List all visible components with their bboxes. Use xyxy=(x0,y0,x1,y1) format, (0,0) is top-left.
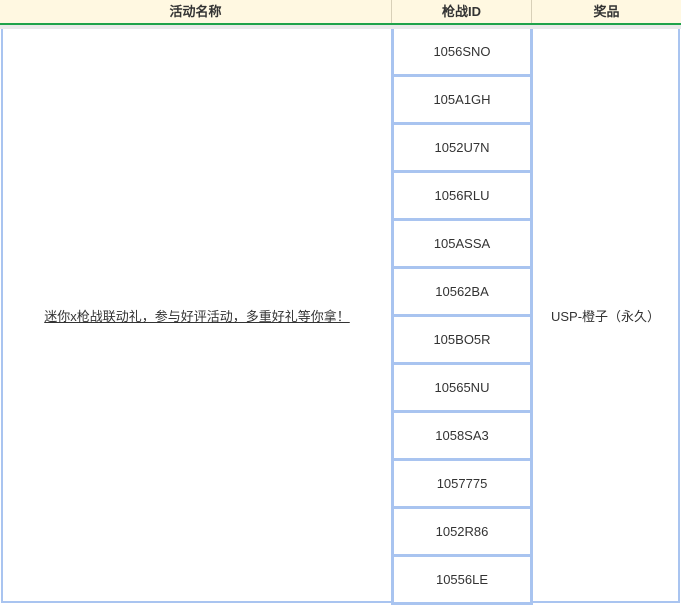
table-header: 活动名称 枪战ID 奖品 xyxy=(0,0,681,25)
table-row-id: 105BO5R xyxy=(394,317,530,365)
table-row-id: 1056SNO xyxy=(394,29,530,77)
table-row-id: 105ASSA xyxy=(394,221,530,269)
header-prize: 奖品 xyxy=(593,4,620,19)
table-row-id: 105A1GH xyxy=(394,77,530,125)
header-gun-battle-id: 枪战ID xyxy=(392,0,532,23)
id-column: 1056SNO 105A1GH 1052U7N 1056RLU 105ASSA … xyxy=(391,29,533,605)
header-activity-name: 活动名称 xyxy=(0,0,392,23)
activity-name-cell: 迷你x枪战联动礼，参与好评活动，多重好礼等你拿！ xyxy=(1,29,391,603)
table-row-id: 1052U7N xyxy=(394,125,530,173)
table-row-id: 10556LE xyxy=(394,557,530,605)
table-row-id: 1056RLU xyxy=(394,173,530,221)
table-row-id: 10565NU xyxy=(394,365,530,413)
table-row-id: 1057775 xyxy=(394,461,530,509)
table-body: 迷你x枪战联动礼，参与好评活动，多重好礼等你拿！ 1056SNO 105A1GH… xyxy=(0,29,681,605)
table-row-id: 1058SA3 xyxy=(394,413,530,461)
activity-link[interactable]: 迷你x枪战联动礼，参与好评活动，多重好礼等你拿！ xyxy=(44,306,350,325)
table-row-id: 10562BA xyxy=(394,269,530,317)
activity-table: 活动名称 枪战ID 奖品 迷你x枪战联动礼，参与好评活动，多重好礼等你拿！ 10… xyxy=(0,0,681,605)
prize-cell: USP-橙子（永久） xyxy=(533,29,680,603)
table-row-id: 1052R86 xyxy=(394,509,530,557)
